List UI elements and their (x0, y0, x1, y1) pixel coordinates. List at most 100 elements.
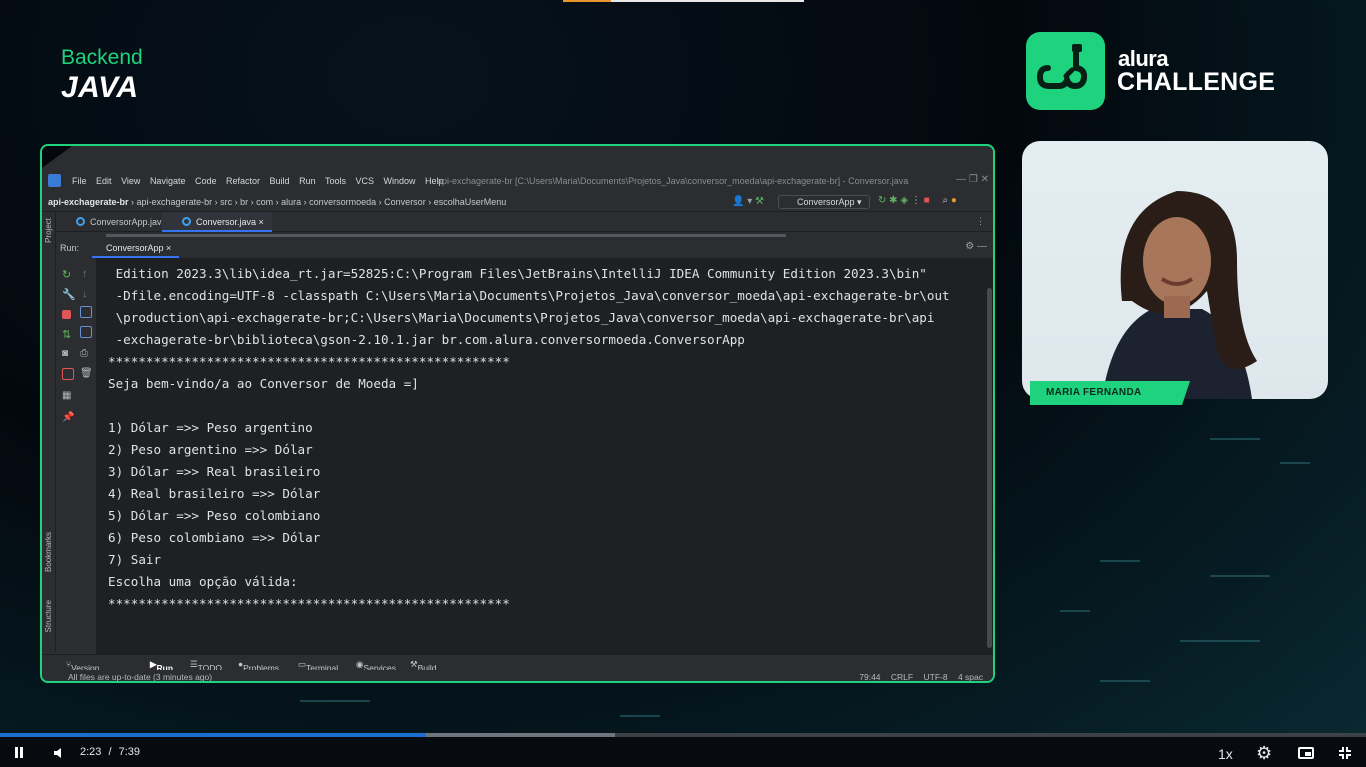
pause-icon[interactable] (14, 747, 24, 758)
build-tab[interactable]: ⚒ Build (410, 659, 437, 673)
camera-icon[interactable]: ◙ (62, 348, 74, 360)
console-line: 1) Dólar =>> Peso argentino (108, 420, 313, 435)
breadcrumb-item[interactable]: br (240, 197, 248, 207)
status-message: All files are up-to-date (3 minutes ago) (68, 672, 213, 682)
run-panel-settings-icon[interactable]: ⚙ — (965, 241, 987, 252)
picture-in-picture-icon[interactable] (1298, 747, 1314, 759)
breadcrumb-item[interactable]: alura (281, 197, 301, 207)
ide-window: File Edit View Navigate Code Refactor Bu… (40, 144, 995, 683)
rerun-icon[interactable]: ↻ (62, 268, 74, 281)
alura-logo-icon (1026, 32, 1105, 110)
todo-tab[interactable]: ☰ TODO (190, 659, 222, 673)
volume-icon[interactable] (53, 746, 67, 760)
console-scrollbar[interactable] (987, 288, 992, 648)
arrow-up-icon[interactable]: ↑ (82, 268, 94, 280)
run-toolbar: ↻ ✱ ◈ ⋮ ■ ⌕ ● (878, 195, 957, 206)
brand-product: CHALLENGE (1117, 68, 1276, 96)
console-line: 4) Real brasileiro =>> Dólar (108, 486, 321, 501)
stop-icon[interactable] (62, 310, 71, 319)
console-line: 3) Dólar =>> Real brasileiro (108, 464, 321, 479)
debug-icon[interactable]: ✱ (889, 195, 897, 206)
file-encoding[interactable]: UTF-8 (923, 672, 947, 681)
breadcrumb-item[interactable]: api-exchagerate-br (137, 197, 213, 207)
restore-layout-icon[interactable]: ⇅ (62, 328, 74, 341)
problems-tab[interactable]: ● Problems (238, 659, 279, 673)
exit-fullscreen-icon[interactable] (1338, 746, 1352, 760)
tab-conversor[interactable]: Conversor.java × (162, 212, 272, 232)
pin-icon[interactable]: 📌 (62, 412, 74, 424)
run-configuration-select[interactable]: ConversorApp ▾ (778, 195, 870, 209)
exit-icon[interactable] (62, 368, 74, 380)
class-icon (182, 217, 191, 226)
version-control-tab[interactable]: ⑂ Version Control (66, 659, 99, 681)
breadcrumb-item[interactable]: src (220, 197, 232, 207)
updates-icon[interactable]: ● (951, 195, 957, 206)
console-line: 5) Dólar =>> Peso colombiano (108, 508, 321, 523)
playback-speed-button[interactable]: 1x (1218, 746, 1233, 762)
wrench-icon[interactable]: 🔧 (62, 288, 76, 301)
close-icon[interactable]: × (259, 217, 264, 227)
console-line: Seja bem-vindo/a ao Conversor de Moeda =… (108, 376, 419, 391)
run-tab[interactable]: ▶ Run (150, 659, 173, 673)
console-line: -Dfile.encoding=UTF-8 -classpath C:\User… (108, 288, 950, 303)
class-icon (76, 217, 85, 226)
rerun-icon[interactable]: ↻ (878, 195, 886, 206)
menu-tools[interactable]: Tools (325, 176, 346, 186)
menu-code[interactable]: Code (195, 176, 217, 186)
user-icon[interactable]: 👤 ▾ ⚒ (732, 196, 764, 207)
project-tool-button[interactable]: Project (44, 218, 53, 243)
navigation-bar: api-exchagerate-br › api-exchagerate-br … (42, 192, 993, 212)
scroll-to-end-icon[interactable] (80, 326, 92, 338)
editor-tabs: ConversorApp.java × Conversor.java × ⋮ (42, 212, 993, 232)
menu-window[interactable]: Window (384, 176, 416, 186)
soft-wrap-icon[interactable] (80, 306, 92, 318)
console-line: ****************************************… (108, 596, 510, 611)
arrow-down-icon[interactable]: ↓ (82, 288, 94, 300)
breadcrumb-item[interactable]: escolhaUserMenu (434, 197, 507, 207)
menu-navigate[interactable]: Navigate (150, 176, 186, 186)
stop-icon[interactable]: ■ (924, 195, 930, 206)
line-ending[interactable]: CRLF (891, 672, 913, 681)
gear-icon[interactable]: ⚙ (1256, 743, 1272, 764)
breadcrumb-item[interactable]: Conversor (384, 197, 426, 207)
breadcrumb-item[interactable]: com (256, 197, 273, 207)
menu-view[interactable]: View (121, 176, 140, 186)
menu-file[interactable]: File (72, 176, 87, 186)
print-icon[interactable]: ⎙ (80, 348, 92, 360)
layout-icon[interactable]: ▦ (62, 390, 74, 402)
run-panel-label: Run: (60, 243, 80, 253)
console-line: ****************************************… (108, 354, 510, 369)
more-run-icon[interactable]: ⋮ (911, 195, 921, 206)
bookmarks-tool-button[interactable]: Bookmarks (44, 532, 53, 572)
breadcrumb: api-exchagerate-br › api-exchagerate-br … (48, 197, 507, 207)
run-console-output[interactable]: Edition 2023.3\lib\idea_rt.jar=52825:C:\… (96, 234, 993, 654)
intellij-icon (48, 174, 61, 187)
hammer-icon[interactable]: ⚒ (755, 196, 764, 207)
trash-icon[interactable]: 🗑 (80, 368, 93, 380)
left-tool-stripe: Project Bookmarks Structure (42, 212, 56, 652)
menu-vcs[interactable]: VCS (355, 176, 374, 186)
run-panel-header: Run: ConversorApp × ⚙ — (56, 238, 993, 258)
indent-setting[interactable]: 4 spac (958, 672, 983, 681)
menu-run[interactable]: Run (299, 176, 316, 186)
console-line: \production\api-exchagerate-br;C:\Users\… (108, 310, 935, 325)
menu-bar: File Edit View Navigate Code Refactor Bu… (42, 170, 993, 192)
tabs-more-icon[interactable]: ⋮ (976, 216, 985, 227)
time-display: 2:23 / 7:39 (80, 746, 141, 758)
menu-edit[interactable]: Edit (96, 176, 112, 186)
breadcrumb-item[interactable]: conversormoeda (309, 197, 376, 207)
search-icon[interactable]: ⌕ (942, 195, 948, 206)
coverage-icon[interactable]: ◈ (900, 195, 908, 206)
menu-build[interactable]: Build (270, 176, 290, 186)
caret-position[interactable]: 79:44 (859, 672, 880, 681)
menu-refactor[interactable]: Refactor (226, 176, 260, 186)
terminal-tab[interactable]: ▭ Terminal (298, 659, 338, 673)
presenter-video (1022, 141, 1328, 399)
run-tab-conversorapp[interactable]: ConversorApp × (92, 238, 180, 258)
services-tab[interactable]: ◉ Services (356, 659, 396, 673)
window-controls[interactable]: — ❐ ✕ (956, 174, 989, 185)
structure-tool-button[interactable]: Structure (44, 600, 53, 632)
console-line: 6) Peso colombiano =>> Dólar (108, 530, 321, 545)
console-line: Edition 2023.3\lib\idea_rt.jar=52825:C:\… (108, 266, 927, 281)
breadcrumb-item[interactable]: api-exchagerate-br (48, 197, 129, 207)
